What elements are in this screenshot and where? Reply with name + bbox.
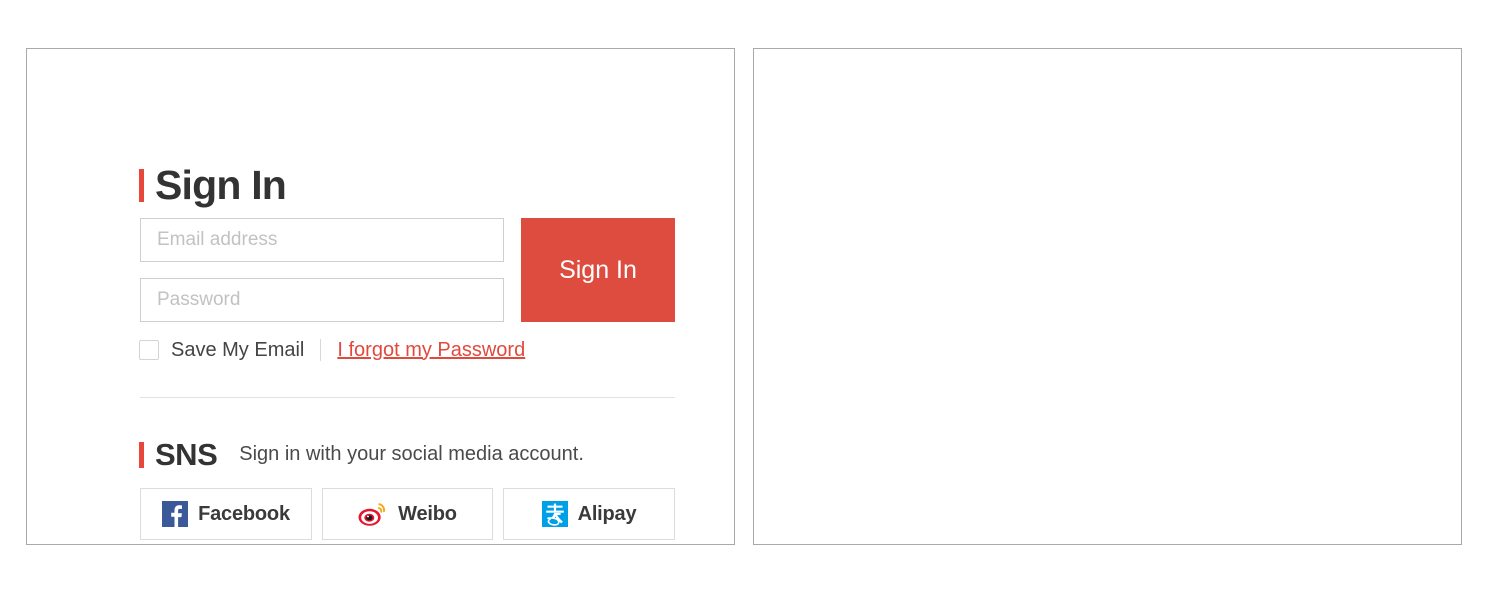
signin-divider <box>140 397 675 398</box>
sns-subtitle: Sign in with your social media account. <box>239 443 584 465</box>
email-input[interactable] <box>140 218 504 262</box>
signin-facebook-label: Facebook <box>198 502 290 525</box>
sns-accent-bar-icon <box>139 441 144 468</box>
accent-bar-icon <box>139 169 144 202</box>
signin-submit-button[interactable]: Sign In <box>521 218 675 322</box>
signin-heading-text: Sign In <box>155 162 287 208</box>
password-input[interactable] <box>140 278 504 322</box>
save-my-email-checkbox[interactable] <box>139 340 159 360</box>
signin-facebook-button[interactable]: Facebook <box>140 488 312 540</box>
signin-options-row: Save My Email I forgot my Password <box>139 337 525 363</box>
save-my-email-label: Save My Email <box>171 338 305 361</box>
signin-social-buttons: Facebook Weibo Alipay <box>140 488 675 540</box>
page-root: Sign In Sign In Save My Email I forgot m… <box>0 0 1500 600</box>
signin-panel: Sign In Sign In Save My Email I forgot m… <box>26 48 735 545</box>
facebook-icon <box>162 501 189 527</box>
sns-heading: SNS Sign in with your social media accou… <box>139 439 584 470</box>
signin-alipay-label: Alipay <box>577 502 637 525</box>
signin-alipay-button[interactable]: Alipay <box>503 488 675 540</box>
signin-weibo-button[interactable]: Weibo <box>322 488 493 540</box>
weibo-icon <box>358 503 386 526</box>
signin-weibo-label: Weibo <box>398 502 457 525</box>
register-panel: Register Not a member yet? Join Interpar… <box>753 48 1462 545</box>
alipay-icon <box>541 501 568 527</box>
signin-heading: Sign In <box>139 162 287 208</box>
options-divider <box>320 339 322 361</box>
sns-title: SNS <box>155 437 218 472</box>
forgot-password-link[interactable]: I forgot my Password <box>337 339 525 362</box>
